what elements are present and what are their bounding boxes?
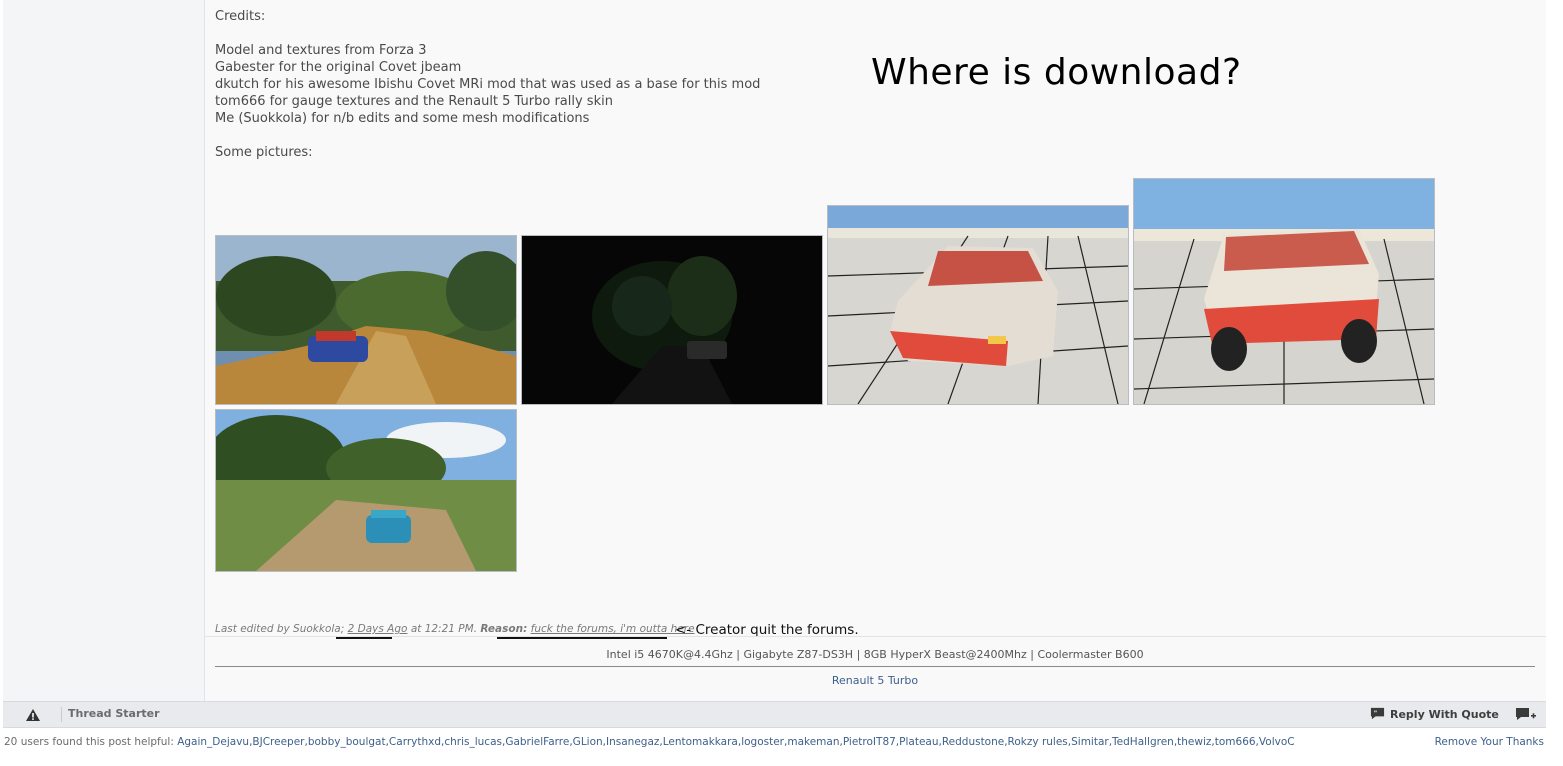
remove-thanks-link[interactable]: Remove Your Thanks [1435,736,1544,748]
credits-line: Model and textures from Forza 3 [215,43,427,58]
thanks-row: 20 users found this post helpful: Again_… [0,733,1563,753]
signature-link[interactable]: Renault 5 Turbo [215,674,1535,687]
credits-line: tom666 for gauge textures and the Renaul… [215,94,613,109]
screenshot-thumbnail-front-view[interactable] [827,205,1129,405]
credits-line: Some pictures: [215,145,313,160]
user-info-column [3,0,205,701]
thread-starter-label: Thread Starter [68,707,160,720]
meme-caption: Where is download? [871,52,1242,93]
footer-divider [61,707,62,722]
credits-line: dkutch for his awesome Ibishu Covet MRi … [215,77,761,92]
credits-line: Me (Suokkola) for n/b edits and some mes… [215,111,590,126]
signature-specs: Intel i5 4670K@4.4Ghz | Gigabyte Z87-DS3… [606,648,1144,661]
thanks-summary: 20 users found this post helpful: Again_… [4,736,1295,748]
edit-note: Last edited by Suokkola; 2 Days Ago at 1… [215,623,695,635]
multi-quote-button[interactable] [1515,706,1537,723]
edit-time: at 12:21 PM. [410,623,478,635]
signature-rule [215,666,1535,667]
post-footer-bar: Thread Starter " Reply With Quote [3,701,1546,728]
edit-prefix: Last edited by Suokkola; [215,623,345,635]
credits-line: Credits: [215,9,266,24]
warning-triangle-icon[interactable] [25,707,41,723]
post-credits-text: Credits: Model and textures from Forza 3… [215,8,835,161]
page-margin [1546,0,1563,701]
edit-date-link[interactable]: 2 Days Ago [348,623,408,635]
handdrawn-underline [336,637,392,639]
reply-with-quote-label: Reply With Quote [1390,708,1499,721]
handdrawn-underline [497,637,667,639]
thanks-user-list[interactable]: Again_Dejavu,BJCreeper,bobby_boulgat,Car… [177,736,1294,748]
edit-reason-label: Reason: [480,623,528,635]
screenshot-thumbnail-jungle-road[interactable] [215,235,517,405]
thanks-label: 20 users found this post helpful: [4,736,174,748]
credits-line: Gabester for the original Covet jbeam [215,60,462,75]
reply-with-quote-button[interactable]: " Reply With Quote [1370,706,1499,723]
edit-reason-text: fuck the forums, i'm outta here [530,623,695,635]
svg-text:": " [1374,708,1377,716]
signature-divider [205,636,1546,637]
screenshot-thumbnail-rear-view[interactable] [1133,178,1435,405]
reply-quote-icon: " [1370,706,1385,724]
multi-quote-icon [1515,707,1537,726]
screenshot-thumbnail-night-forest[interactable] [521,235,823,405]
screenshot-thumbnail-dirt-road[interactable] [215,409,517,572]
